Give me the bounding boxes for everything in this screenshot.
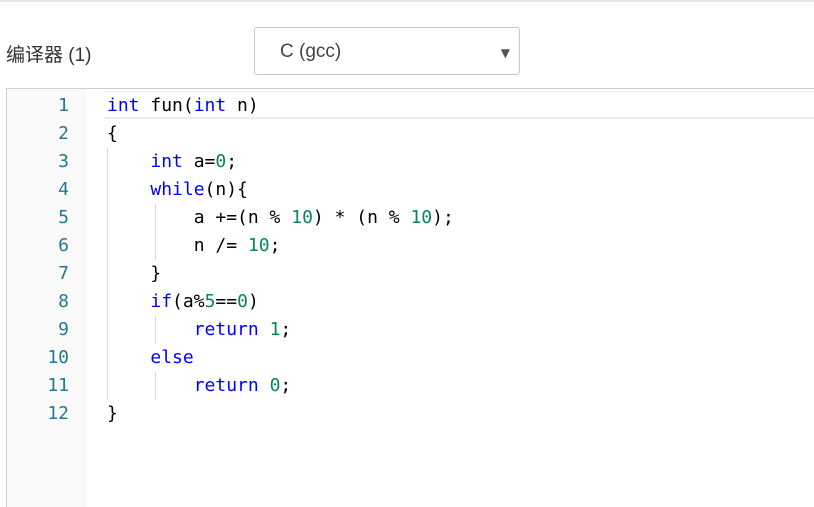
code-line[interactable]: 3 int a=0; <box>7 148 814 176</box>
line-number: 5 <box>58 207 69 228</box>
code-token: ; <box>280 375 292 396</box>
line-number: 1 <box>58 95 69 116</box>
code-line[interactable]: 11 return 0; <box>7 372 814 400</box>
compiler-label: 编译器 (1) <box>6 45 92 66</box>
code-line[interactable]: 4 while(n){ <box>7 176 814 204</box>
number-token: 0 <box>237 291 248 312</box>
line-number: 6 <box>58 235 69 256</box>
keyword-token: return <box>193 375 259 396</box>
code-token: n /= <box>107 235 248 256</box>
code-token: ; <box>269 235 281 256</box>
code-token: ; <box>226 151 238 172</box>
line-number: 4 <box>58 179 69 200</box>
code-line[interactable]: 5 a +=(n % 10) * (n % 10); <box>7 204 814 232</box>
line-number: 3 <box>58 151 69 172</box>
keyword-token: int <box>193 95 227 116</box>
code-token: == <box>215 291 238 312</box>
triangle-down-icon[interactable]: ▼ <box>501 46 510 60</box>
keyword-token: else <box>150 347 194 368</box>
number-token: 1 <box>269 319 281 340</box>
code-text: else <box>107 344 194 372</box>
code-text: { <box>107 120 118 148</box>
keyword-token: while <box>150 179 205 200</box>
code-token: n) <box>226 95 259 116</box>
code-token: } <box>107 263 162 284</box>
number-token: 0 <box>215 151 227 172</box>
code-line[interactable]: 9 return 1; <box>7 316 814 344</box>
line-number: 10 <box>47 347 69 368</box>
number-token: 10 <box>247 235 270 256</box>
top-divider <box>0 0 814 2</box>
code-line[interactable]: 2{ <box>7 120 814 148</box>
code-token: a +=(n % <box>107 207 292 228</box>
code-token: { <box>107 123 118 144</box>
code-text: return 1; <box>107 316 292 344</box>
code-token: a= <box>182 151 216 172</box>
code-line[interactable]: 10 else <box>7 344 814 372</box>
code-token: fun( <box>139 95 194 116</box>
code-token: (a% <box>172 291 205 312</box>
code-line[interactable]: 8 if(a%5==0) <box>7 288 814 316</box>
code-line[interactable]: 6 n /= 10; <box>7 232 814 260</box>
keyword-token: int <box>150 151 183 172</box>
number-token: 10 <box>410 207 433 228</box>
keyword-token: return <box>193 319 259 340</box>
keyword-token: int <box>107 95 140 116</box>
code-text: while(n){ <box>107 176 248 204</box>
code-text: a +=(n % 10) * (n % 10); <box>107 204 454 232</box>
code-text: n /= 10; <box>107 232 281 260</box>
line-number: 9 <box>58 319 69 340</box>
line-number: 2 <box>58 123 69 144</box>
code-text: int a=0; <box>107 148 237 176</box>
code-text: } <box>107 400 118 428</box>
code-text: } <box>107 260 161 288</box>
line-number: 7 <box>58 263 69 284</box>
number-token: 10 <box>291 207 313 228</box>
code-line[interactable]: 7 } <box>7 260 814 288</box>
code-line[interactable]: 12} <box>7 400 814 428</box>
code-token: } <box>107 403 118 424</box>
code-token: (n){ <box>204 179 248 200</box>
code-token: ) * (n % <box>312 207 411 228</box>
line-number: 11 <box>47 375 69 396</box>
code-token: ; <box>280 319 292 340</box>
number-token: 0 <box>269 375 281 396</box>
code-text: if(a%5==0) <box>107 288 259 316</box>
code-token: ) <box>247 291 259 312</box>
code-text: int fun(int n) <box>107 92 259 120</box>
compiler-select-value: C (gcc) <box>280 41 342 62</box>
code-token: ); <box>432 207 454 228</box>
code-line[interactable]: 1 int fun(int n) <box>7 92 814 120</box>
compiler-select[interactable]: C (gcc) ▼ <box>254 27 520 75</box>
line-number: 8 <box>58 291 69 312</box>
number-token: 5 <box>204 291 216 312</box>
line-number: 12 <box>47 403 69 424</box>
code-editor[interactable]: 1 int fun(int n) 2{3 int a=0; 4 while(n){5 … <box>6 88 814 507</box>
code-text: return 0; <box>107 372 292 400</box>
keyword-token: if <box>150 291 173 312</box>
